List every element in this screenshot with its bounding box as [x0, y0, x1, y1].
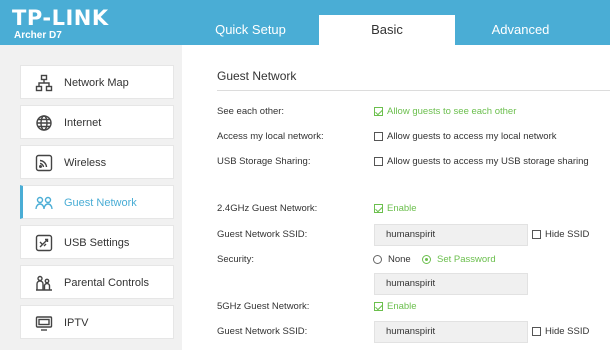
- sidebar: Network Map Internet Wireless Guest Netw…: [0, 45, 182, 350]
- security-none-radio[interactable]: [373, 255, 382, 264]
- tab-basic[interactable]: Basic: [319, 15, 455, 45]
- band24-ssid-label: Guest Network SSID:: [217, 229, 308, 240]
- security-label: Security:: [217, 254, 254, 265]
- band5-hide-ssid-checkbox[interactable]: [532, 327, 541, 336]
- band5-hide-ssid-option: Hide SSID: [545, 326, 590, 337]
- usb-icon: [35, 234, 53, 252]
- band5-ssid-input[interactable]: humanspirit: [374, 321, 528, 343]
- band24-hide-ssid-checkbox[interactable]: [532, 230, 541, 239]
- band24-password-input[interactable]: humanspirit: [374, 273, 528, 295]
- sidebar-item-iptv[interactable]: IPTV: [20, 305, 174, 339]
- see-each-other-option: Allow guests to see each other: [387, 106, 517, 117]
- parental-controls-icon: [35, 274, 53, 292]
- band24-enable-checkbox[interactable]: [374, 204, 383, 213]
- band5-label: 5GHz Guest Network:: [217, 301, 310, 312]
- model-name: Archer D7: [14, 30, 62, 41]
- sidebar-item-internet[interactable]: Internet: [20, 105, 174, 139]
- band24-enable-option: Enable: [387, 203, 417, 214]
- band24-hide-ssid-option: Hide SSID: [545, 229, 590, 240]
- guest-network-icon: [35, 194, 53, 212]
- band5-ssid-label: Guest Network SSID:: [217, 326, 308, 337]
- sidebar-item-label: Parental Controls: [64, 277, 149, 289]
- sidebar-item-label: Network Map: [64, 77, 129, 89]
- usb-sharing-checkbox[interactable]: [374, 157, 383, 166]
- band5-enable-checkbox[interactable]: [374, 302, 383, 311]
- sidebar-item-guest-network[interactable]: Guest Network: [20, 185, 174, 219]
- section-title: Guest Network: [217, 69, 297, 83]
- top-header: TP-LINK Archer D7 Quick Setup Basic Adva…: [0, 0, 610, 45]
- wireless-icon: [35, 154, 53, 172]
- local-network-label: Access my local network:: [217, 131, 324, 142]
- band24-label: 2.4GHz Guest Network:: [217, 203, 318, 214]
- local-network-checkbox[interactable]: [374, 132, 383, 141]
- sidebar-item-label: Internet: [64, 117, 102, 129]
- local-network-option: Allow guests to access my local network: [387, 131, 557, 142]
- sidebar-item-label: USB Settings: [64, 237, 130, 249]
- guest-network-panel: Guest Network See each other: Allow gues…: [182, 45, 610, 350]
- sidebar-item-label: IPTV: [64, 317, 89, 329]
- see-each-other-label: See each other:: [217, 106, 285, 117]
- security-password-option: Set Password: [437, 254, 496, 265]
- sidebar-item-label: Wireless: [64, 157, 107, 169]
- security-password-radio[interactable]: [422, 255, 431, 264]
- sidebar-item-usb-settings[interactable]: USB Settings: [20, 225, 174, 259]
- sidebar-item-wireless[interactable]: Wireless: [20, 145, 174, 179]
- sidebar-item-label: Guest Network: [64, 197, 137, 209]
- tab-advanced[interactable]: Advanced: [455, 15, 586, 45]
- usb-sharing-option: Allow guests to access my USB storage sh…: [387, 156, 589, 167]
- divider: [217, 90, 610, 91]
- band5-enable-option: Enable: [387, 301, 417, 312]
- tv-icon: [35, 314, 53, 332]
- band24-ssid-input[interactable]: humanspirit: [374, 224, 528, 246]
- globe-icon: [35, 114, 53, 132]
- security-none-option: None: [388, 254, 411, 265]
- network-map-icon: [35, 74, 53, 92]
- see-each-other-checkbox[interactable]: [374, 107, 383, 116]
- usb-sharing-label: USB Storage Sharing:: [217, 156, 311, 167]
- sidebar-item-parental-controls[interactable]: Parental Controls: [20, 265, 174, 299]
- tab-quick-setup[interactable]: Quick Setup: [182, 15, 319, 45]
- tp-link-logo: TP-LINK: [12, 6, 109, 30]
- sidebar-item-network-map[interactable]: Network Map: [20, 65, 174, 99]
